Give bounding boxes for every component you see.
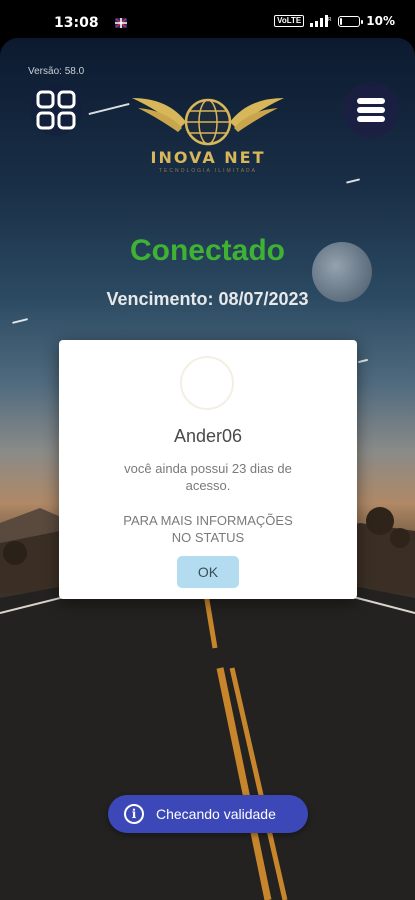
app-version: Versão: 58.0 (28, 66, 85, 77)
dialog-info: PARA MAIS INFORMAÇÕES NO STATUS (123, 513, 293, 545)
connection-status: Conectado (129, 234, 285, 267)
shooting-star-decoration (88, 102, 130, 115)
logo-title: INOVA NET (150, 148, 266, 167)
dialog-message: você ainda possui 23 dias de acesso. (124, 461, 292, 493)
logo-tagline: TECNOLOGIA ILIMITADA (159, 168, 257, 174)
dialog-username: Ander06 (173, 426, 243, 446)
info-icon: i (124, 804, 144, 824)
expiry-date: Vencimento: 08/07/2023 (106, 289, 309, 309)
loading-spinner-icon (180, 356, 234, 410)
shooting-star-decoration (346, 178, 360, 184)
alert-dialog: Ander06 você ainda possui 23 dias de ace… (59, 340, 357, 599)
globe-wings-icon (132, 98, 284, 146)
grid-icon (36, 90, 76, 130)
hamburger-icon (357, 98, 385, 122)
clock: 13:08 (54, 15, 99, 31)
svg-text:R: R (328, 17, 332, 23)
apps-grid-button[interactable] (30, 84, 82, 136)
battery-percent: 10% (366, 14, 395, 28)
signal-icon: R (310, 15, 332, 27)
inova-net-logo: INOVA NET TECNOLOGIA ILIMITADA (128, 88, 288, 180)
volte-badge: VoLTE (274, 15, 305, 27)
toast-text: Checando validade (156, 806, 276, 822)
battery-icon (338, 15, 364, 27)
menu-button[interactable] (343, 82, 399, 138)
notification-icon (115, 18, 127, 28)
ok-button[interactable]: OK (177, 556, 239, 588)
toast-notification: i Checando validade (108, 795, 308, 833)
shooting-star-decoration (12, 318, 28, 324)
shooting-star-decoration (357, 358, 369, 363)
